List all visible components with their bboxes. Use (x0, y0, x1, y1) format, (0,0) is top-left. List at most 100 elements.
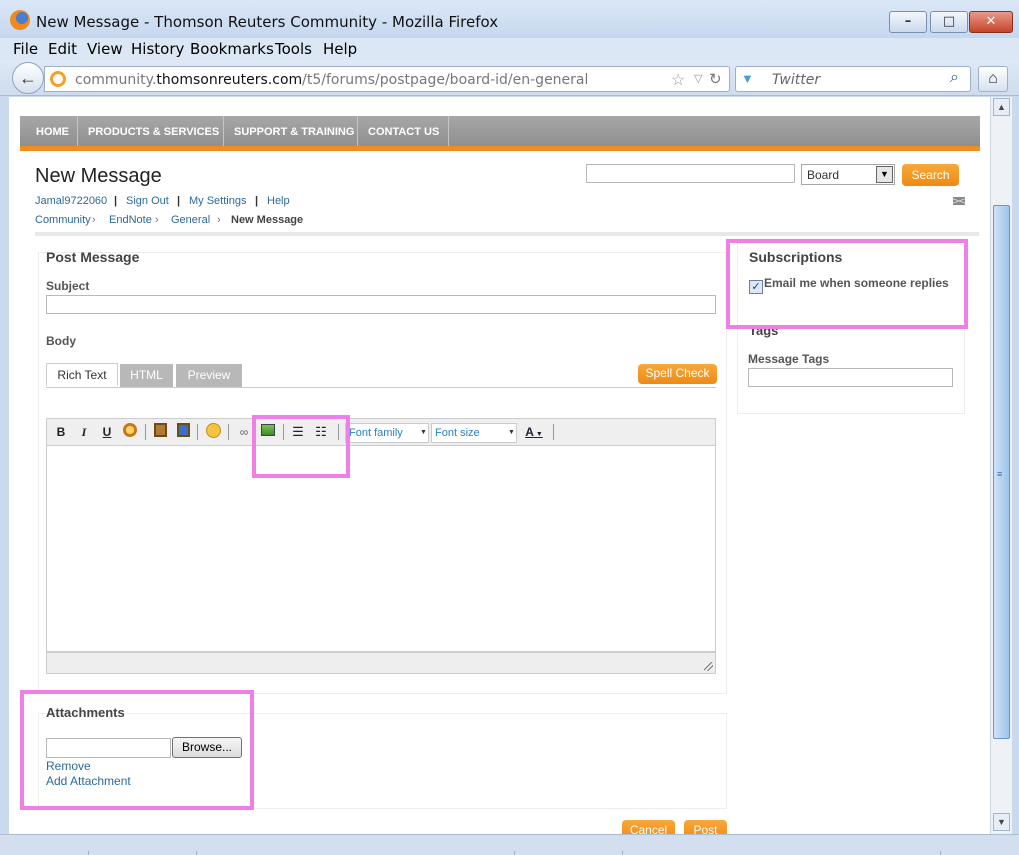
nav-divider (77, 116, 78, 146)
attachments-panel (38, 713, 727, 809)
bold-button[interactable]: B (52, 423, 70, 441)
link-icon: ∞ (239, 425, 249, 439)
message-tags-input[interactable] (748, 368, 953, 387)
sign-out-link[interactable]: Sign Out (126, 195, 169, 207)
font-color-button[interactable]: A ▼ (521, 423, 547, 441)
username-link[interactable]: Jamal9722060 (35, 195, 107, 207)
editor-toolbar: B I U ∞ ☰ ☷ Font family ▼ Font size ▼ A … (46, 418, 716, 446)
breadcrumb-endnote[interactable]: EndNote (109, 214, 152, 226)
user-links-divider: | (255, 195, 259, 207)
font-size-value: Font size (435, 427, 480, 439)
menu-tools[interactable]: Tools (275, 40, 312, 58)
underline-button[interactable]: U (98, 423, 116, 441)
nav-home[interactable]: HOME (36, 126, 69, 138)
image-icon (123, 423, 137, 437)
menu-history[interactable]: History (131, 40, 184, 58)
nav-products-services[interactable]: PRODUCTS & SERVICES (88, 126, 219, 138)
breadcrumb-general[interactable]: General (171, 214, 210, 226)
scroll-up-icon[interactable]: ▲ (993, 98, 1010, 116)
link-button[interactable]: ∞ (235, 423, 253, 441)
smiley-icon (205, 423, 221, 438)
statusbar-divider (88, 851, 89, 855)
menu-bar: File Edit View History Bookmarks Tools H… (0, 38, 1019, 60)
my-settings-link[interactable]: My Settings (189, 195, 246, 207)
attachments-heading: Attachments (46, 705, 125, 720)
email-replies-checkbox[interactable]: ✓ (749, 280, 763, 294)
bookmark-star-icon[interactable]: ☆ (671, 70, 685, 90)
site-search-input[interactable] (586, 164, 795, 183)
menu-bookmarks[interactable]: Bookmarks (190, 40, 274, 58)
spell-check-button[interactable]: Spell Check (638, 364, 717, 384)
font-size-select[interactable]: Font size ▼ (431, 423, 517, 443)
tab-preview[interactable]: Preview (176, 364, 242, 387)
browser-statusbar (0, 834, 1019, 855)
firefox-logo-icon (10, 10, 30, 30)
paste-word-icon (176, 423, 190, 437)
mail-icon[interactable] (953, 197, 965, 205)
search-button[interactable]: Search (902, 164, 959, 186)
back-button[interactable]: ← (12, 62, 44, 94)
reload-icon[interactable]: ↻ (709, 70, 722, 88)
scroll-down-icon[interactable]: ▼ (993, 813, 1010, 831)
email-replies-label[interactable]: Email me when someone replies (764, 276, 949, 290)
emoticon-button[interactable] (204, 423, 222, 441)
remove-attachment-link[interactable]: Remove (46, 759, 91, 773)
media-icon (261, 424, 275, 436)
toolbar-divider (197, 424, 198, 440)
menu-help[interactable]: Help (323, 40, 357, 58)
tags-heading: Tags (749, 323, 779, 338)
insert-image-button[interactable] (121, 423, 139, 441)
address-bar[interactable]: community.thomsonreuters.com/t5/forums/p… (44, 66, 730, 92)
chevron-down-icon: ▼ (533, 431, 543, 438)
maximize-button[interactable]: □ (930, 11, 968, 33)
toolbar-divider (145, 424, 146, 440)
menu-file[interactable]: File (13, 40, 38, 58)
menu-view[interactable]: View (87, 40, 123, 58)
user-links-divider: | (114, 195, 118, 207)
message-body-editor[interactable] (46, 446, 716, 652)
numbered-list-button[interactable]: ☰ (289, 423, 307, 441)
font-family-select[interactable]: Font family ▼ (345, 423, 429, 443)
home-button[interactable]: ⌂ (978, 66, 1008, 92)
toolbar-divider (338, 424, 339, 440)
tab-rich-text[interactable]: Rich Text (46, 363, 118, 386)
tab-html[interactable]: HTML (120, 364, 173, 387)
bullet-list-button[interactable]: ☷ (312, 423, 330, 441)
scroll-grip-icon: ≡ (997, 469, 1003, 479)
browse-button[interactable]: Browse... (172, 737, 242, 758)
breadcrumb-community[interactable]: Community (35, 214, 91, 226)
post-button[interactable]: Post (684, 820, 727, 834)
address-url[interactable]: community.thomsonreuters.com/t5/forums/p… (75, 72, 588, 88)
add-attachment-link[interactable]: Add Attachment (46, 774, 131, 788)
numbered-list-icon: ☰ (292, 424, 304, 439)
search-scope-select[interactable]: Board ▼ (801, 164, 895, 185)
search-icon[interactable]: ⌕ (950, 69, 959, 87)
statusbar-divider (622, 851, 623, 855)
minimize-button[interactable]: – (889, 11, 927, 33)
paste-word-button[interactable] (174, 423, 192, 441)
subject-input[interactable] (46, 295, 716, 314)
resize-handle-icon[interactable] (704, 662, 713, 671)
user-links-divider: | (177, 195, 181, 207)
cancel-button[interactable]: Cancel (622, 820, 675, 834)
italic-button[interactable]: I (75, 423, 93, 441)
twitter-bird-icon[interactable]: ▼ (741, 71, 754, 86)
navigation-toolbar: ← community.thomsonreuters.com/t5/forums… (0, 60, 1019, 96)
header-divider (35, 232, 979, 236)
history-dropdown-icon[interactable]: ▽ (694, 72, 702, 85)
close-window-button[interactable]: ✕ (969, 11, 1013, 33)
menu-edit[interactable]: Edit (48, 40, 77, 58)
attachment-file-input[interactable] (46, 738, 171, 758)
help-link[interactable]: Help (267, 195, 290, 207)
paste-button[interactable] (151, 423, 169, 441)
message-tags-label: Message Tags (748, 352, 830, 366)
insert-media-button[interactable] (259, 423, 277, 441)
chevron-down-icon[interactable]: ▼ (876, 166, 893, 183)
statusbar-divider (514, 851, 515, 855)
font-family-value: Font family (349, 427, 403, 439)
nav-support-training[interactable]: SUPPORT & TRAINING (234, 126, 354, 138)
close-icon: ✕ (985, 14, 997, 29)
nav-contact-us[interactable]: CONTACT US (368, 126, 439, 138)
browser-search-bar[interactable]: ▼ Twitter ⌕ (735, 66, 971, 92)
vertical-scrollbar[interactable]: ▲ ≡ ▼ (990, 97, 1012, 834)
